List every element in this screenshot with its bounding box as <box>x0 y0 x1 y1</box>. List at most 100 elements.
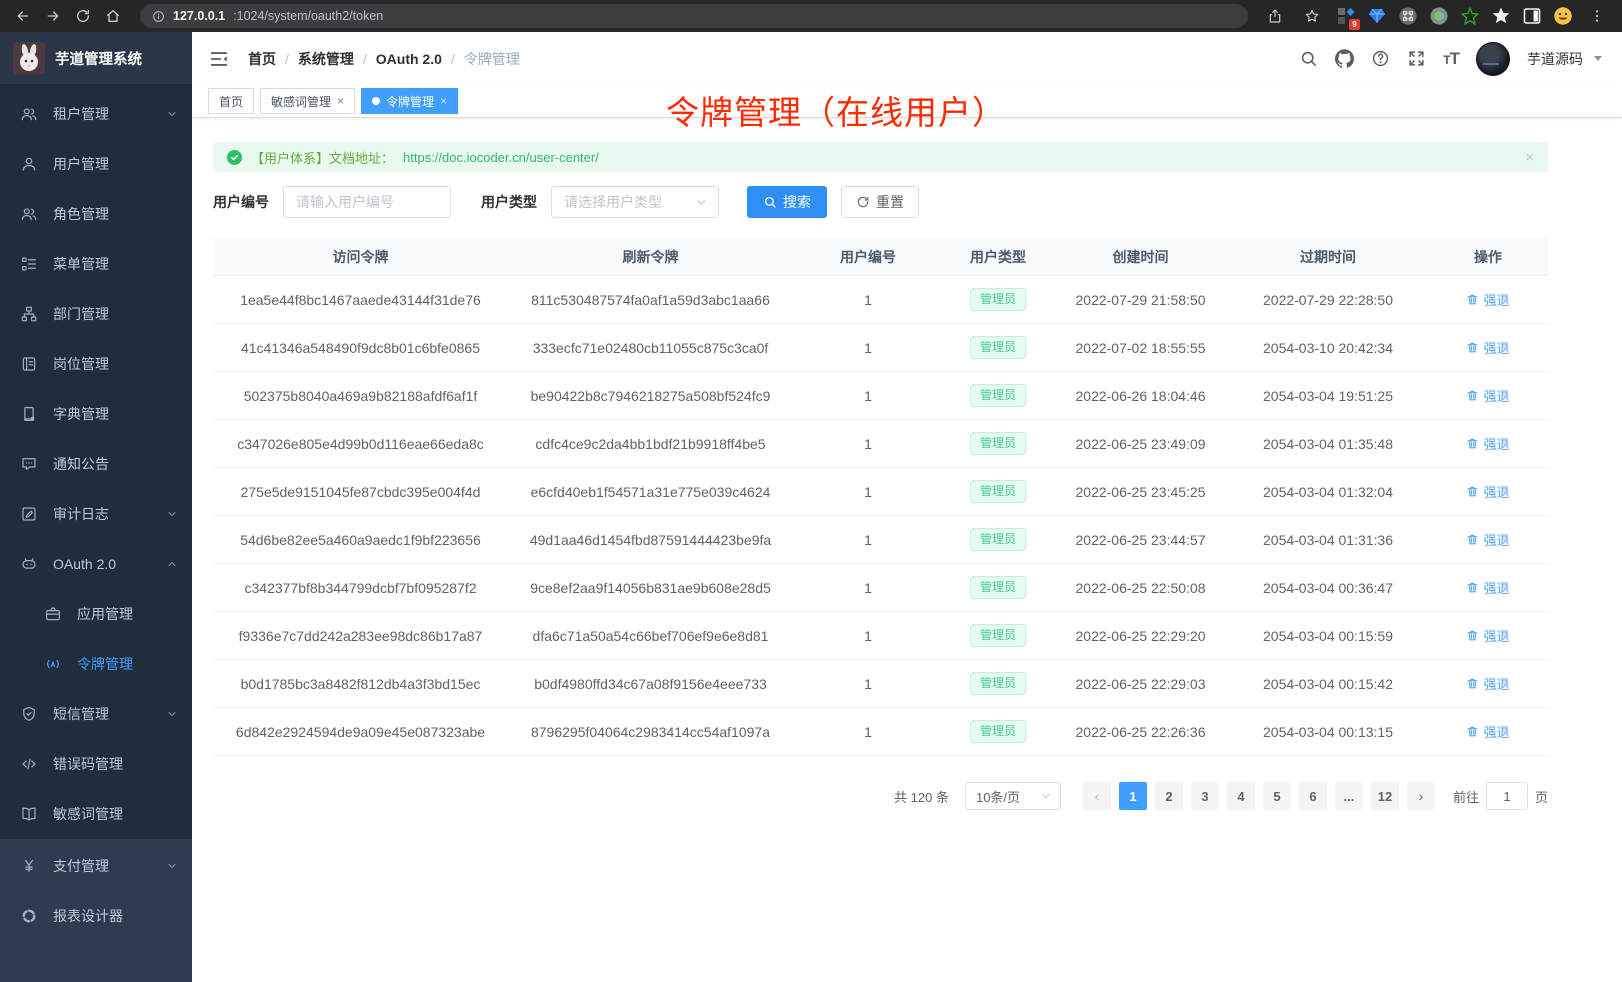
sidebar-item[interactable]: OAuth 2.0 <box>0 539 192 589</box>
tab-close-icon[interactable]: × <box>337 94 344 108</box>
address-bar[interactable]: 127.0.0.1:1024/system/oauth2/token <box>140 4 1248 28</box>
forward-icon[interactable] <box>40 3 66 29</box>
sidebar-item[interactable]: 岗位管理 <box>0 339 192 389</box>
home-icon[interactable] <box>100 3 126 29</box>
chevron-down-icon <box>166 508 178 520</box>
profile-emoji-icon[interactable] <box>1553 6 1573 26</box>
reset-button[interactable]: 重置 <box>841 186 919 218</box>
sidebar-item[interactable]: 菜单管理 <box>0 239 192 289</box>
extension-gem-icon[interactable] <box>1367 6 1387 26</box>
extension-sidebar-icon[interactable] <box>1522 6 1542 26</box>
access-token-cell: 41c41346a548490f9dc8b01c6bfe0865 <box>213 340 508 356</box>
extension-white-star-icon[interactable] <box>1491 6 1511 26</box>
table-row: 6d842e2924594de9a09e45e087323abe8796295f… <box>213 708 1548 756</box>
sidebar-item[interactable]: 应用管理 <box>0 589 192 639</box>
user-type-select[interactable]: 请选择用户类型 <box>551 186 719 218</box>
page-info-icon[interactable] <box>152 10 165 23</box>
sidebar-item[interactable]: 租户管理 <box>0 89 192 139</box>
collapse-sidebar-icon[interactable] <box>208 48 230 70</box>
refresh-token-cell: e6cfd40eb1f54571a31e775e039c4624 <box>508 484 793 500</box>
force-logout-button[interactable]: 强退 <box>1466 338 1509 357</box>
tab[interactable]: 首页 <box>208 88 254 114</box>
breadcrumb-home[interactable]: 首页 <box>248 49 276 69</box>
page-button[interactable]: ... <box>1335 782 1363 810</box>
user-id-input[interactable] <box>283 186 451 218</box>
force-logout-button[interactable]: 强退 <box>1466 386 1509 405</box>
sidebar-item[interactable]: 字典管理 <box>0 389 192 439</box>
expire-time-cell: 2054-03-04 01:31:36 <box>1228 532 1428 548</box>
font-size-icon[interactable]: TT <box>1443 49 1459 69</box>
sidebar-item[interactable]: 敏感词管理 <box>0 789 192 839</box>
access-token-cell: f9336e7c7dd242a283ee98dc86b17a87 <box>213 628 508 644</box>
tenant-icon <box>20 105 38 123</box>
tab[interactable]: 敏感词管理× <box>260 88 355 114</box>
expire-time-cell: 2054-03-04 00:15:42 <box>1228 676 1428 692</box>
reload-icon[interactable] <box>70 3 96 29</box>
sidebar-item[interactable]: 短信管理 <box>0 689 192 739</box>
refresh-token-cell: 49d1aa46d1454fbd87591444423be9fa <box>508 532 793 548</box>
user-avatar[interactable] <box>1476 42 1510 76</box>
extension-record-icon[interactable] <box>1429 6 1449 26</box>
extension-green-star-icon[interactable] <box>1460 6 1480 26</box>
refresh-token-cell: b0df4980ffd34c67a08f9156e4eee733 <box>508 676 793 692</box>
sidebar-item[interactable]: 错误码管理 <box>0 739 192 789</box>
search-icon[interactable] <box>1299 49 1318 68</box>
expire-time-cell: 2054-03-04 01:32:04 <box>1228 484 1428 500</box>
extension-badge: 9 <box>1349 19 1360 30</box>
app-logo-row[interactable]: 芋道管理系统 <box>0 32 192 84</box>
alert-doc-link[interactable]: https://doc.iocoder.cn/user-center/ <box>403 150 599 165</box>
help-icon[interactable] <box>1371 49 1390 68</box>
extension-grid-icon[interactable]: 9 <box>1336 6 1356 26</box>
bookmark-star-icon[interactable] <box>1299 3 1325 29</box>
force-logout-button[interactable]: 强退 <box>1466 722 1509 741</box>
search-button[interactable]: 搜索 <box>747 186 827 218</box>
sidebar-item[interactable]: 用户管理 <box>0 139 192 189</box>
page-size-select[interactable]: 10条/页 <box>965 782 1061 810</box>
pay-icon <box>20 857 38 875</box>
role-icon <box>20 205 38 223</box>
user-type-cell: 管理员 <box>943 480 1053 502</box>
goto-page-input[interactable] <box>1486 782 1528 810</box>
force-logout-button[interactable]: 强退 <box>1466 530 1509 549</box>
sidebar-item[interactable]: 通知公告 <box>0 439 192 489</box>
page-button[interactable]: 4 <box>1227 782 1255 810</box>
sidebar-item[interactable]: 报表设计器 <box>0 891 192 941</box>
access-token-cell: 502375b8040a469a9b82188afdf6af1f <box>213 388 508 404</box>
sidebar-item[interactable]: 审计日志 <box>0 489 192 539</box>
table-row: b0d1785bc3a8482f812db4a3f3bd15ecb0df4980… <box>213 660 1548 708</box>
force-logout-button[interactable]: 强退 <box>1466 434 1509 453</box>
page-button[interactable]: 12 <box>1371 782 1399 810</box>
share-icon[interactable] <box>1262 3 1288 29</box>
github-icon[interactable] <box>1335 49 1354 68</box>
sidebar-item[interactable]: 部门管理 <box>0 289 192 339</box>
user-type-tag: 管理员 <box>970 336 1026 358</box>
user-type-cell: 管理员 <box>943 720 1053 742</box>
tab-close-icon[interactable]: × <box>440 94 447 108</box>
browser-menu-icon[interactable] <box>1584 3 1610 29</box>
force-logout-button[interactable]: 强退 <box>1466 578 1509 597</box>
success-alert: 【用户体系】文档地址： https://doc.iocoder.cn/user-… <box>213 142 1548 172</box>
prev-page-button[interactable]: ‹ <box>1083 782 1111 810</box>
force-logout-button[interactable]: 强退 <box>1466 482 1509 501</box>
next-page-button[interactable]: › <box>1407 782 1435 810</box>
page-button[interactable]: 5 <box>1263 782 1291 810</box>
back-icon[interactable] <box>10 3 36 29</box>
page-button[interactable]: 2 <box>1155 782 1183 810</box>
page-button[interactable]: 1 <box>1119 782 1147 810</box>
extension-command-icon[interactable] <box>1398 6 1418 26</box>
tab[interactable]: 令牌管理× <box>361 88 458 114</box>
sidebar-item[interactable]: 令牌管理 <box>0 639 192 689</box>
username[interactable]: 芋道源码 <box>1527 49 1583 69</box>
force-logout-button[interactable]: 强退 <box>1466 290 1509 309</box>
user-menu-caret-icon[interactable] <box>1594 56 1602 61</box>
force-logout-button[interactable]: 强退 <box>1466 674 1509 693</box>
breadcrumb-system[interactable]: 系统管理 <box>298 49 354 69</box>
breadcrumb-oauth[interactable]: OAuth 2.0 <box>376 51 442 67</box>
sidebar-item[interactable]: 支付管理 <box>0 841 192 891</box>
fullscreen-icon[interactable] <box>1407 49 1426 68</box>
sidebar-item[interactable]: 角色管理 <box>0 189 192 239</box>
page-button[interactable]: 6 <box>1299 782 1327 810</box>
alert-close-icon[interactable]: × <box>1525 149 1534 166</box>
force-logout-button[interactable]: 强退 <box>1466 626 1509 645</box>
page-button[interactable]: 3 <box>1191 782 1219 810</box>
